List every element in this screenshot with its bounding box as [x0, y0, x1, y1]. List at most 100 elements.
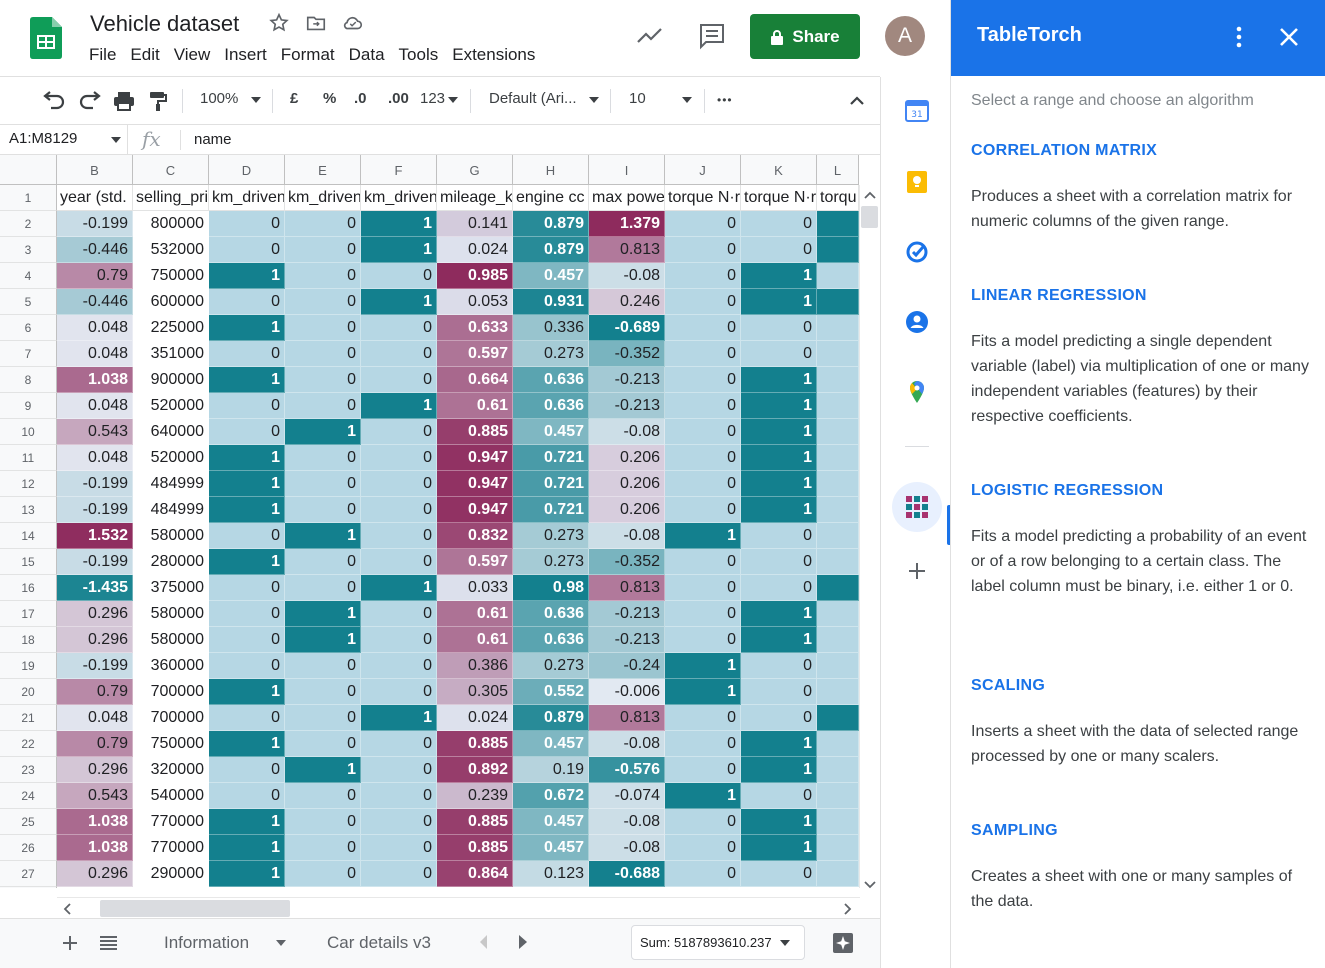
- data-cell[interactable]: 0: [665, 549, 741, 575]
- data-cell[interactable]: 0: [361, 367, 437, 393]
- data-cell[interactable]: 0.053: [437, 289, 513, 315]
- zoom-select[interactable]: 100%: [200, 90, 238, 107]
- data-cell[interactable]: 0.721: [513, 471, 589, 497]
- data-cell[interactable]: 0.273: [513, 549, 589, 575]
- data-cell[interactable]: 0.633: [437, 315, 513, 341]
- data-cell[interactable]: 1: [209, 367, 285, 393]
- column-title-cell[interactable]: torqu: [817, 185, 859, 211]
- data-cell[interactable]: 1: [209, 809, 285, 835]
- data-cell[interactable]: 0.813: [589, 575, 665, 601]
- increase-decimal-button[interactable]: .00: [388, 90, 409, 107]
- data-cell[interactable]: 0: [285, 783, 361, 809]
- data-cell[interactable]: [817, 627, 859, 653]
- data-cell[interactable]: 0: [741, 783, 817, 809]
- data-cell[interactable]: 0: [665, 263, 741, 289]
- menu-edit[interactable]: Edit: [123, 45, 166, 69]
- data-cell[interactable]: 0: [741, 653, 817, 679]
- row-header[interactable]: 13: [0, 497, 57, 523]
- data-cell[interactable]: 1: [741, 471, 817, 497]
- comments-icon[interactable]: [698, 22, 726, 50]
- data-cell[interactable]: -0.08: [589, 809, 665, 835]
- data-cell[interactable]: 1: [209, 471, 285, 497]
- data-cell[interactable]: 484999: [133, 497, 209, 523]
- data-cell[interactable]: [817, 705, 859, 731]
- data-cell[interactable]: 0: [285, 705, 361, 731]
- vertical-scrollbar[interactable]: [859, 185, 880, 889]
- data-cell[interactable]: 1.038: [57, 367, 133, 393]
- row-header[interactable]: 26: [0, 835, 57, 861]
- data-cell[interactable]: 1: [285, 627, 361, 653]
- data-cell[interactable]: 1: [665, 783, 741, 809]
- format-percent-button[interactable]: %: [323, 90, 336, 107]
- data-cell[interactable]: 1: [361, 705, 437, 731]
- data-cell[interactable]: 0.296: [57, 861, 133, 887]
- menu-extensions[interactable]: Extensions: [445, 45, 542, 69]
- data-cell[interactable]: 0.885: [437, 835, 513, 861]
- data-cell[interactable]: 1: [209, 731, 285, 757]
- data-cell[interactable]: 0: [741, 237, 817, 263]
- data-cell[interactable]: 0.597: [437, 549, 513, 575]
- menu-tools[interactable]: Tools: [392, 45, 446, 69]
- data-cell[interactable]: 0.636: [513, 393, 589, 419]
- data-cell[interactable]: 1: [741, 419, 817, 445]
- scroll-left-icon[interactable]: [63, 903, 71, 915]
- data-cell[interactable]: 0: [361, 471, 437, 497]
- data-cell[interactable]: -0.689: [589, 315, 665, 341]
- data-cell[interactable]: [817, 497, 859, 523]
- data-cell[interactable]: 0.206: [589, 445, 665, 471]
- data-cell[interactable]: 0: [361, 627, 437, 653]
- data-cell[interactable]: 0: [285, 653, 361, 679]
- data-cell[interactable]: 0: [665, 393, 741, 419]
- data-cell[interactable]: 0.79: [57, 679, 133, 705]
- move-folder-icon[interactable]: [305, 12, 327, 34]
- data-cell[interactable]: 375000: [133, 575, 209, 601]
- data-cell[interactable]: 0: [209, 653, 285, 679]
- scroll-right-icon[interactable]: [844, 903, 852, 915]
- data-cell[interactable]: 1: [741, 835, 817, 861]
- menu-file[interactable]: File: [82, 45, 123, 69]
- font-size-select[interactable]: 10: [629, 90, 646, 107]
- data-cell[interactable]: 0.672: [513, 783, 589, 809]
- column-header-h[interactable]: H: [513, 155, 589, 185]
- data-cell[interactable]: 0: [285, 471, 361, 497]
- data-cell[interactable]: 0.048: [57, 705, 133, 731]
- data-cell[interactable]: -0.213: [589, 627, 665, 653]
- data-cell[interactable]: 580000: [133, 523, 209, 549]
- data-cell[interactable]: 0: [361, 419, 437, 445]
- data-cell[interactable]: [817, 835, 859, 861]
- data-cell[interactable]: 0.885: [437, 809, 513, 835]
- data-cell[interactable]: 0: [285, 497, 361, 523]
- menu-insert[interactable]: Insert: [217, 45, 274, 69]
- data-cell[interactable]: 0: [361, 523, 437, 549]
- data-cell[interactable]: 0.636: [513, 627, 589, 653]
- column-title-cell[interactable]: mileage_k: [437, 185, 513, 211]
- data-cell[interactable]: 0.879: [513, 705, 589, 731]
- data-cell[interactable]: 770000: [133, 809, 209, 835]
- horizontal-scroll-thumb[interactable]: [100, 900, 290, 917]
- data-cell[interactable]: 1: [741, 367, 817, 393]
- data-cell[interactable]: 0.457: [513, 263, 589, 289]
- data-cell[interactable]: 0: [665, 835, 741, 861]
- data-cell[interactable]: 0.636: [513, 601, 589, 627]
- data-cell[interactable]: -0.199: [57, 211, 133, 237]
- explore-icon[interactable]: [832, 932, 854, 954]
- sheet-tab-information[interactable]: Information: [164, 933, 249, 953]
- sheets-logo-icon[interactable]: [30, 17, 62, 59]
- data-cell[interactable]: 0: [209, 757, 285, 783]
- data-cell[interactable]: 0: [209, 575, 285, 601]
- column-title-cell[interactable]: engine cc: [513, 185, 589, 211]
- chevron-down-icon[interactable]: [448, 97, 458, 103]
- select-all-corner[interactable]: [0, 155, 57, 185]
- data-cell[interactable]: 0.721: [513, 497, 589, 523]
- column-header-b[interactable]: B: [57, 155, 133, 185]
- data-cell[interactable]: -0.213: [589, 367, 665, 393]
- data-cell[interactable]: 0: [285, 679, 361, 705]
- data-cell[interactable]: 0: [361, 601, 437, 627]
- data-cell[interactable]: 0: [361, 783, 437, 809]
- data-cell[interactable]: 0: [665, 731, 741, 757]
- algorithm-correlation-matrix-link[interactable]: CORRELATION MATRIX: [971, 142, 1157, 160]
- paint-format-icon[interactable]: [148, 90, 168, 112]
- data-cell[interactable]: 580000: [133, 627, 209, 653]
- data-cell[interactable]: 0.813: [589, 237, 665, 263]
- data-cell[interactable]: 0: [741, 705, 817, 731]
